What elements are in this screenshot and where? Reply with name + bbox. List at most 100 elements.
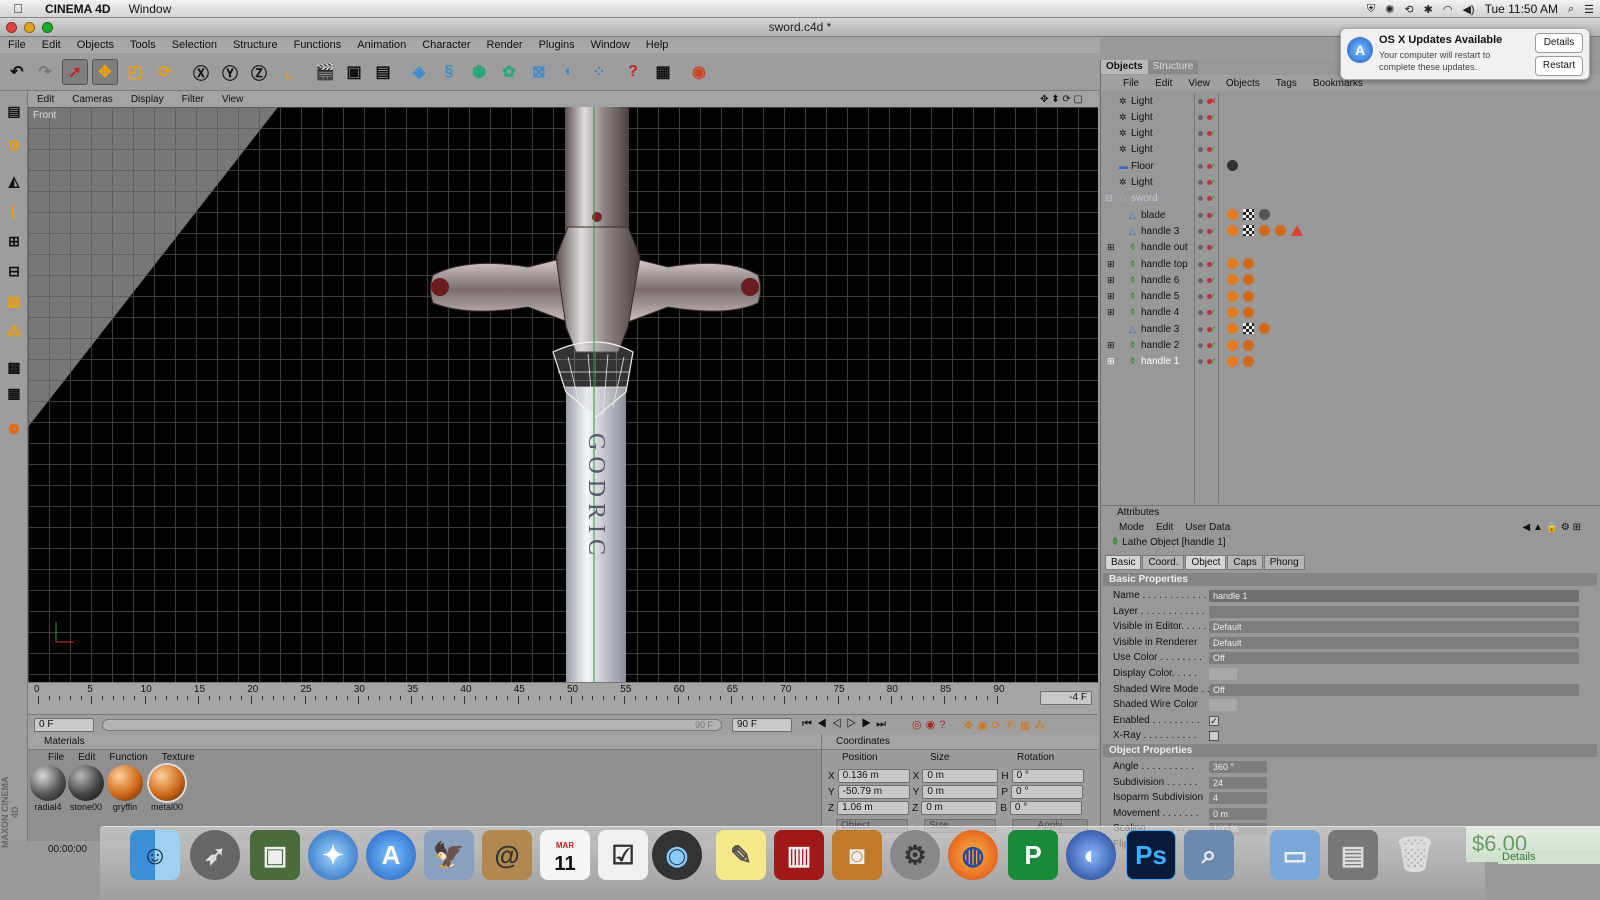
menu-functions[interactable]: Functions — [286, 39, 350, 51]
volume-icon[interactable]: ◀) — [1462, 3, 1474, 16]
current-frame-field[interactable]: -4 F — [1040, 691, 1092, 705]
minimize-window-button[interactable] — [24, 22, 35, 33]
tab-caps[interactable]: Caps — [1227, 555, 1263, 570]
property-checkbox[interactable]: ✓ — [1209, 715, 1219, 726]
object-tag-icon[interactable] — [1243, 209, 1254, 221]
property-value[interactable]: Off — [1209, 652, 1579, 665]
object-name[interactable]: blade — [1141, 210, 1165, 221]
object-row[interactable]: ✲ Light ✕ — [1101, 93, 1600, 109]
object-row[interactable]: ⚱ ⊞ handle 2 ✓ — [1101, 338, 1600, 354]
project-app-icon[interactable]: P — [1008, 830, 1058, 880]
end-frame-field[interactable]: 90 F — [732, 717, 792, 732]
object-row[interactable]: ✲ Light ✓ — [1101, 142, 1600, 158]
object-tag-icon[interactable] — [1227, 323, 1238, 335]
facetime-icon[interactable]: ◉ — [652, 830, 702, 880]
enabled-check-icon[interactable]: ✓ — [1209, 308, 1218, 317]
object-name[interactable]: handle 3 — [1141, 226, 1179, 237]
objects-menu-tags[interactable]: Tags — [1268, 78, 1305, 89]
materials-menu-function[interactable]: Function — [109, 752, 147, 763]
tab-objects[interactable]: Objects — [1101, 60, 1148, 74]
menu-edit[interactable]: Edit — [34, 39, 69, 51]
expand-toggle-icon[interactable]: ⊞ — [1107, 259, 1116, 269]
update-notification[interactable]: A OS X Updates Available Your computer w… — [1340, 28, 1590, 80]
object-tag-icon[interactable] — [1227, 209, 1238, 221]
coordinate-system-icon[interactable]: ⌞ — [276, 59, 302, 85]
object-row[interactable]: ✲ Light ✓ — [1101, 109, 1600, 125]
finder-icon[interactable]: ☺ — [130, 830, 180, 880]
rotation-p-field[interactable]: 0 ° — [1011, 785, 1084, 799]
expand-toggle-icon[interactable] — [1107, 325, 1116, 334]
object-tag-icon[interactable] — [1243, 290, 1254, 302]
render-view-icon[interactable]: 🎬 — [312, 59, 338, 85]
array-icon[interactable]: ✿ — [496, 59, 522, 85]
expand-toggle-icon[interactable] — [1107, 211, 1116, 220]
size-x-field[interactable]: 0 m — [922, 769, 999, 783]
object-tag-icon[interactable] — [1227, 339, 1238, 351]
help-icon[interactable]: ? — [620, 59, 646, 85]
property-value[interactable]: 0 m — [1209, 807, 1267, 820]
position-z-field[interactable]: 1.06 m — [837, 801, 910, 815]
object-tag-icon[interactable] — [1227, 225, 1238, 237]
expand-toggle-icon[interactable]: ⊞ — [1107, 308, 1116, 317]
object-name[interactable]: handle 6 — [1141, 275, 1179, 286]
object-tag-icon[interactable] — [1243, 225, 1254, 237]
enabled-check-icon[interactable]: ✓ — [1209, 112, 1218, 122]
property-value[interactable] — [1209, 605, 1579, 618]
object-tag-icon[interactable] — [1227, 274, 1238, 286]
objects-menu-objects[interactable]: Objects — [1218, 78, 1268, 89]
layout-icon[interactable]: ▦ — [650, 59, 676, 85]
contacts-icon[interactable]: @ — [482, 830, 532, 880]
timeline-ruler[interactable]: 0 5 10 15 20 25 30 35 40 45 50 55 60 65 70 75 80 85 90 -4 F — [28, 682, 1098, 714]
viewport-navigation-icons[interactable]: ✥ ⬍ ⟳ ▢ — [1031, 94, 1092, 105]
folder-icon[interactable]: ▭ — [1270, 830, 1320, 880]
material-radial4[interactable] — [30, 765, 66, 801]
menu-file[interactable]: File — [0, 39, 34, 51]
menu-tools[interactable]: Tools — [122, 39, 164, 51]
property-checkbox[interactable] — [1209, 731, 1219, 742]
object-tag-icon[interactable] — [1227, 290, 1238, 302]
object-tag-icon[interactable] — [1227, 355, 1238, 367]
scale-tool-icon[interactable]: ◰ — [122, 59, 148, 85]
object-name[interactable]: Light — [1131, 112, 1153, 123]
object-tag-icon[interactable] — [1243, 306, 1254, 318]
menu-structure[interactable]: Structure — [225, 39, 286, 51]
object-tag-icon[interactable] — [1243, 355, 1254, 367]
enabled-check-icon[interactable]: ✓ — [1209, 178, 1218, 187]
materials-menu-file[interactable]: File — [48, 752, 64, 763]
objects-menu-file[interactable]: File — [1101, 78, 1147, 89]
object-row[interactable]: ⚱ ⊞ handle top ✓ — [1101, 256, 1600, 272]
attributes-menu-edit[interactable]: Edit — [1156, 522, 1185, 533]
viewport-menu-view[interactable]: View — [213, 94, 253, 105]
menu-render[interactable]: Render — [479, 39, 531, 51]
object-row[interactable]: ⚱ ⊞ handle 5 ✓ — [1101, 289, 1600, 305]
enabled-check-icon[interactable]: ✓ — [1209, 292, 1218, 301]
property-color-swatch[interactable] — [1209, 699, 1237, 712]
enabled-check-icon[interactable]: ✓ — [1209, 357, 1218, 366]
enabled-check-icon[interactable]: ✓ — [1209, 129, 1218, 138]
iphoto-icon[interactable]: ◙ — [832, 830, 882, 880]
object-row[interactable]: △ handle 3 ✓ — [1101, 321, 1600, 337]
object-name[interactable]: handle out — [1141, 242, 1188, 253]
system-preferences-icon[interactable]: ⚙ — [890, 830, 940, 880]
tweak-mode-icon[interactable]: ▩ — [2, 355, 26, 379]
object-tag-icon[interactable] — [1275, 225, 1286, 237]
expand-toggle-icon[interactable]: ⊞ — [1107, 357, 1116, 366]
deformer-icon[interactable]: ⊠ — [526, 59, 552, 85]
expand-toggle-icon[interactable]: ⊞ — [1107, 292, 1116, 301]
render-picture-viewer-icon[interactable]: ▣ — [341, 59, 367, 85]
bluetooth-icon[interactable]: ✱ — [1424, 3, 1433, 16]
gear-status-icon[interactable]: ✺ — [1385, 3, 1394, 16]
property-value[interactable]: handle 1 — [1209, 590, 1579, 602]
polygons-mode-icon[interactable]: ▨ — [2, 289, 26, 313]
size-y-field[interactable]: 0 m — [922, 785, 999, 799]
apple-menu-icon[interactable]:  — [0, 1, 36, 16]
object-row[interactable]: ⚱ ⊞ handle 4 ✓ — [1101, 305, 1600, 321]
photo-booth-icon[interactable]: ▥ — [774, 830, 824, 880]
tab-object[interactable]: Object — [1185, 555, 1227, 570]
object-tag-icon[interactable] — [1243, 339, 1254, 351]
launchpad-icon[interactable]: ➶ — [190, 830, 240, 880]
object-row[interactable]: △ handle 3 ✓ — [1101, 223, 1600, 239]
expand-toggle-icon[interactable] — [1107, 227, 1116, 236]
enabled-check-icon[interactable]: ✓ — [1209, 259, 1218, 269]
disabled-x-icon[interactable]: ✕ — [1209, 96, 1218, 106]
